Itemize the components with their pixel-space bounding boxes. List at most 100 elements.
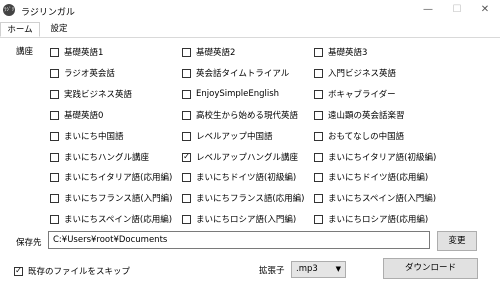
checkbox-box[interactable]	[314, 193, 323, 203]
lesson-label: レベルアップ中国語	[196, 132, 273, 142]
checkbox-box[interactable]	[182, 110, 191, 120]
lesson-checkbox[interactable]: まいにちドイツ語(応用編)	[314, 170, 428, 184]
lesson-checkbox[interactable]: 英会話タイムトライアル	[182, 66, 289, 80]
checkbox-box[interactable]	[314, 110, 323, 120]
skip-existing-label: 既存のファイルをスキップ	[28, 267, 131, 277]
browse-button[interactable]: 変更	[437, 231, 477, 251]
checkbox-box[interactable]	[314, 131, 323, 141]
lesson-label: まいにちフランス語(応用編)	[196, 194, 305, 204]
lesson-checkbox[interactable]: おもてなしの中国語	[314, 129, 404, 143]
lesson-checkbox[interactable]: レベルアップ中国語	[182, 129, 273, 143]
lesson-checkbox[interactable]: ✓ レベルアップハングル講座	[182, 150, 298, 164]
app-icon: ﾗｼﾞﾘﾝｶﾞﾙ	[3, 4, 15, 25]
checkbox-box[interactable]	[182, 193, 191, 203]
lesson-label: 遠山顕の英会話楽習	[328, 111, 405, 121]
lesson-checkbox[interactable]: まいにちフランス語(応用編)	[182, 191, 304, 205]
lesson-label: まいにちハングル講座	[64, 153, 150, 163]
lesson-checkbox[interactable]: 遠山顕の英会話楽習	[314, 108, 405, 122]
chevron-down-icon: ▼	[335, 265, 341, 273]
lesson-checkbox[interactable]: まいにちハングル講座	[50, 150, 149, 164]
lesson-checkbox[interactable]: まいにちロシア語(入門編)	[182, 212, 296, 226]
lesson-checkbox[interactable]: まいにちドイツ語(初級編)	[182, 170, 296, 184]
lesson-label: EnjoySimpleEnglish	[196, 89, 280, 99]
title-bar: ﾗｼﾞﾘﾝｶﾞﾙ ラジリンガル — ☐ ✕	[0, 0, 500, 25]
tab-home[interactable]: ホーム	[0, 22, 40, 37]
tab-bar: ホーム 設定	[0, 22, 500, 38]
checkbox-box[interactable]	[50, 172, 59, 182]
lesson-label: 基礎英語2	[196, 48, 236, 58]
checkbox-box[interactable]	[314, 89, 323, 99]
lesson-label: 基礎英語1	[64, 48, 104, 58]
checkbox-box[interactable]	[182, 214, 191, 224]
lesson-label: 基礎英語0	[64, 111, 104, 121]
lesson-label: まいにちイタリア語(応用編)	[64, 173, 173, 183]
lesson-checkbox[interactable]: 入門ビジネス英語	[314, 66, 396, 80]
lessons-label: 講座	[16, 47, 34, 57]
extension-value: .mp3	[296, 264, 318, 274]
lesson-label: まいにちドイツ語(応用編)	[328, 173, 429, 183]
lesson-checkbox[interactable]: まいにちイタリア語(初級編)	[314, 150, 436, 164]
lesson-label: レベルアップハングル講座	[196, 153, 299, 163]
checkbox-box[interactable]	[314, 172, 323, 182]
checkbox-box[interactable]: ✓	[14, 266, 23, 276]
extension-select[interactable]: .mp3 ▼	[291, 261, 346, 278]
tab-settings[interactable]: 設定	[42, 22, 76, 37]
checkbox-box[interactable]	[50, 68, 59, 78]
lesson-checkbox[interactable]: まいにちフランス語(入門編)	[50, 191, 172, 205]
close-button[interactable]: ✕	[469, 0, 500, 20]
window-title: ラジリンガル	[21, 8, 75, 18]
lesson-label: 高校生から始める現代英語	[196, 111, 299, 121]
checkbox-box[interactable]	[182, 89, 191, 99]
lesson-label: ラジオ英会話	[64, 69, 115, 79]
checkbox-box[interactable]	[314, 68, 323, 78]
checkbox-box[interactable]	[50, 214, 59, 224]
lesson-checkbox[interactable]: まいにちスペイン語(入門編)	[314, 191, 436, 205]
checkbox-box[interactable]	[50, 47, 59, 57]
lesson-checkbox[interactable]: 基礎英語0	[50, 108, 103, 122]
checkbox-box[interactable]	[50, 193, 59, 203]
lesson-checkbox[interactable]: 基礎英語1	[50, 45, 103, 59]
save-path-input[interactable]	[48, 231, 430, 249]
lesson-label: まいにちスペイン語(入門編)	[328, 194, 437, 204]
checkbox-box[interactable]	[182, 68, 191, 78]
lesson-checkbox[interactable]: ボキャブライダー	[314, 87, 396, 101]
checkbox-box[interactable]	[50, 89, 59, 99]
lesson-label: 英会話タイムトライアル	[196, 69, 290, 79]
download-button[interactable]: ダウンロード	[383, 258, 478, 279]
checkbox-box[interactable]	[50, 131, 59, 141]
lesson-checkbox[interactable]: まいにちイタリア語(応用編)	[50, 170, 172, 184]
skip-existing-checkbox[interactable]: ✓ 既存のファイルをスキップ	[14, 264, 130, 278]
lesson-label: まいにちドイツ語(初級編)	[196, 173, 297, 183]
checkbox-box[interactable]	[50, 110, 59, 120]
lesson-checkbox[interactable]: ラジオ英会話	[50, 66, 115, 80]
lesson-label: まいにちスペイン語(応用編)	[64, 215, 173, 225]
lesson-label: 基礎英語3	[328, 48, 368, 58]
lesson-checkbox[interactable]: EnjoySimpleEnglish	[182, 87, 279, 101]
checkbox-box[interactable]	[182, 131, 191, 141]
lesson-label: まいにち中国語	[64, 132, 124, 142]
lesson-checkbox[interactable]: まいにちロシア語(応用編)	[314, 212, 428, 226]
lesson-label: まいにちフランス語(入門編)	[64, 194, 173, 204]
checkbox-box[interactable]	[182, 47, 191, 57]
save-location-label: 保存先	[16, 238, 42, 248]
lesson-checkbox[interactable]: まいにち中国語	[50, 129, 124, 143]
lesson-checkbox[interactable]: 高校生から始める現代英語	[182, 108, 298, 122]
checkbox-box[interactable]	[314, 152, 323, 162]
checkbox-box[interactable]	[314, 47, 323, 57]
checkbox-box[interactable]	[182, 172, 191, 182]
lesson-checkbox[interactable]: 基礎英語2	[182, 45, 235, 59]
checkbox-box[interactable]	[314, 214, 323, 224]
lesson-checkbox[interactable]: 基礎英語3	[314, 45, 367, 59]
checkbox-box[interactable]	[50, 152, 59, 162]
lesson-checkbox[interactable]: まいにちスペイン語(応用編)	[50, 212, 172, 226]
lesson-label: ボキャブライダー	[328, 90, 396, 100]
lesson-label: まいにちロシア語(入門編)	[196, 215, 297, 225]
extension-label: 拡張子	[259, 266, 285, 276]
lesson-label: 実践ビジネス英語	[64, 90, 133, 100]
lesson-label: まいにちイタリア語(初級編)	[328, 153, 437, 163]
minimize-button[interactable]: —	[412, 0, 444, 20]
lesson-label: まいにちロシア語(応用編)	[328, 215, 429, 225]
checkbox-box[interactable]: ✓	[182, 152, 191, 162]
lesson-label: おもてなしの中国語	[328, 132, 405, 142]
lesson-checkbox[interactable]: 実践ビジネス英語	[50, 87, 132, 101]
